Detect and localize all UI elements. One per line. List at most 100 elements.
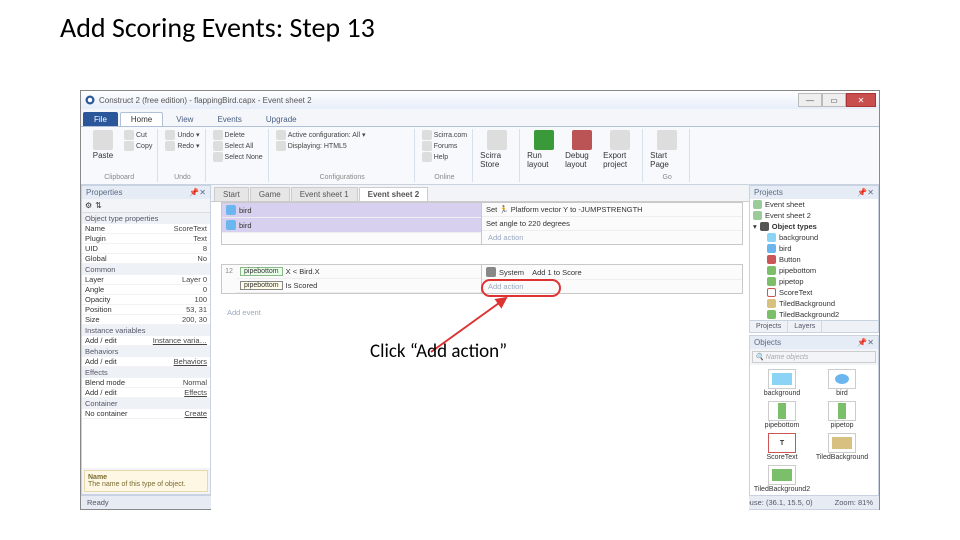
object-icon bbox=[767, 299, 776, 308]
condition-row[interactable]: pipebottomIs Scored bbox=[236, 279, 481, 293]
object-tiledbg2[interactable]: TiledBackground2 bbox=[754, 465, 810, 493]
active-config[interactable]: Active configuration: All ▾ bbox=[276, 130, 366, 140]
group-label: Online bbox=[422, 174, 467, 181]
layers-tab[interactable]: Layers bbox=[788, 321, 822, 332]
tab-file[interactable]: File bbox=[83, 112, 118, 126]
panel-pin-icon[interactable]: 📌✕ bbox=[857, 188, 874, 197]
object-pipebottom[interactable]: pipebottom bbox=[754, 401, 810, 429]
tab-home[interactable]: Home bbox=[120, 112, 163, 126]
object-pipetop[interactable]: pipetop bbox=[814, 401, 870, 429]
slide-title: Add Scoring Events: Step 13 bbox=[0, 0, 960, 51]
tree-item: bird bbox=[764, 243, 878, 254]
bird-icon bbox=[226, 220, 236, 230]
tree-item: TiledBackground bbox=[764, 298, 878, 309]
objects-search[interactable]: 🔍 Name objects bbox=[752, 351, 876, 363]
ribbon: Paste Cut Copy Clipboard Undo ▾ Redo ▾ U… bbox=[81, 127, 879, 185]
prop-cat[interactable]: Object type properties bbox=[82, 213, 210, 224]
copy-button[interactable]: Copy bbox=[124, 141, 152, 151]
folder-icon bbox=[760, 222, 769, 231]
paste-button[interactable]: Paste bbox=[86, 130, 120, 160]
prop-cat[interactable]: Instance variables bbox=[82, 325, 210, 336]
prop-cat[interactable]: Common bbox=[82, 264, 210, 275]
action-row[interactable]: Set 🏃 Platform vector Y to -JUMPSTRENGTH bbox=[482, 203, 742, 217]
startpage-button[interactable]: Start Page bbox=[650, 130, 684, 169]
object-icon bbox=[767, 277, 776, 286]
action-row[interactable]: System Add 1 to Score bbox=[482, 265, 742, 280]
highlight-circle bbox=[481, 279, 561, 297]
tab-start[interactable]: Start bbox=[214, 187, 249, 201]
undo-icon bbox=[165, 130, 175, 140]
status-ready: Ready bbox=[87, 498, 109, 507]
object-scoretext[interactable]: TScoreText bbox=[754, 433, 810, 461]
gear-icon bbox=[276, 130, 286, 140]
tree-item: pipebottom bbox=[764, 265, 878, 276]
properties-help: Name The name of this type of object. bbox=[84, 470, 208, 492]
center-tabs: Start Game Event sheet 1 Event sheet 2 bbox=[211, 185, 749, 202]
effects-link[interactable]: Effects bbox=[184, 388, 207, 397]
condition-row[interactable]: bird bbox=[222, 203, 481, 218]
selectall-button[interactable]: Select All bbox=[213, 141, 263, 151]
object-icon bbox=[767, 244, 776, 253]
close-button[interactable]: ✕ bbox=[846, 93, 876, 107]
selectnone-button[interactable]: Select None bbox=[213, 152, 263, 162]
cut-button[interactable]: Cut bbox=[124, 130, 152, 140]
behaviors-link[interactable]: Behaviors bbox=[174, 357, 207, 366]
condition-row[interactable]: pipebottomX < Bird.X bbox=[236, 265, 481, 279]
debug-button[interactable]: Debug layout bbox=[565, 130, 599, 169]
text-icon bbox=[767, 288, 776, 297]
group-label: Clipboard bbox=[86, 174, 152, 181]
store-button[interactable]: Scirra Store bbox=[480, 130, 514, 169]
panel-pin-icon[interactable]: 📌✕ bbox=[857, 338, 874, 347]
add-action-link[interactable]: Add action bbox=[482, 231, 742, 244]
event-number: 12 bbox=[222, 265, 236, 293]
chevron-down-icon[interactable]: ▾ bbox=[753, 222, 757, 231]
sort-icon[interactable]: ⇅ bbox=[95, 201, 102, 210]
scirra-link[interactable]: Scirra.com bbox=[422, 130, 467, 140]
projects-tab[interactable]: Projects bbox=[750, 321, 788, 332]
add-event-link[interactable]: Add event bbox=[221, 306, 267, 319]
forums-link[interactable]: Forums bbox=[422, 141, 467, 151]
container-create-link[interactable]: Create bbox=[184, 409, 207, 418]
delete-button[interactable]: Delete bbox=[213, 130, 263, 140]
prop-cat[interactable]: Container bbox=[82, 398, 210, 409]
redo-button[interactable]: Redo ▾ bbox=[165, 141, 199, 151]
display-icon bbox=[276, 141, 286, 151]
help-link[interactable]: Help bbox=[422, 152, 467, 162]
object-tiledbg[interactable]: TiledBackground bbox=[814, 433, 870, 461]
panel-pin-icon[interactable]: 📌✕ bbox=[189, 188, 206, 197]
projects-tree[interactable]: Event sheet Event sheet 2 ▾Object types … bbox=[750, 199, 878, 320]
thumb-icon bbox=[838, 403, 846, 419]
prop-cat[interactable]: Effects bbox=[82, 367, 210, 378]
bird-icon bbox=[226, 205, 236, 215]
titlebar: Construct 2 (free edition) - flappingBir… bbox=[81, 91, 879, 109]
displaying[interactable]: Displaying: HTML5 bbox=[276, 141, 366, 151]
object-background[interactable]: background bbox=[754, 369, 810, 397]
minimize-button[interactable]: — bbox=[798, 93, 822, 107]
action-row[interactable]: Set angle to 220 degrees bbox=[482, 217, 742, 231]
tab-events[interactable]: Events bbox=[206, 112, 252, 126]
tab-game[interactable]: Game bbox=[250, 187, 290, 201]
ribbon-tabs: File Home View Events Upgrade bbox=[81, 109, 879, 127]
export-button[interactable]: Export project bbox=[603, 130, 637, 169]
condition-row[interactable]: bird bbox=[222, 218, 481, 233]
run-button[interactable]: Run layout bbox=[527, 130, 561, 169]
filter-icon[interactable]: ⚙ bbox=[85, 201, 92, 210]
prop-cat[interactable]: Behaviors bbox=[82, 346, 210, 357]
instance-vars-link[interactable]: Instance varia… bbox=[153, 336, 207, 345]
callout-text: Click “Add action” bbox=[370, 340, 507, 363]
object-icon bbox=[767, 310, 776, 319]
thumb-icon bbox=[772, 373, 792, 385]
thumb-icon bbox=[832, 437, 852, 449]
tab-upgrade[interactable]: Upgrade bbox=[255, 112, 308, 126]
undo-button[interactable]: Undo ▾ bbox=[165, 130, 199, 140]
tree-item: TiledBackground2 bbox=[764, 309, 878, 320]
paste-icon bbox=[93, 130, 113, 150]
tree-item: Event sheet bbox=[750, 199, 878, 210]
maximize-button[interactable]: ▭ bbox=[822, 93, 846, 107]
tab-view[interactable]: View bbox=[165, 112, 204, 126]
tab-eventsheet2[interactable]: Event sheet 2 bbox=[359, 187, 429, 201]
objects-title: Objects bbox=[754, 338, 781, 347]
tab-eventsheet1[interactable]: Event sheet 1 bbox=[291, 187, 358, 201]
object-icon bbox=[767, 255, 776, 264]
object-bird[interactable]: bird bbox=[814, 369, 870, 397]
